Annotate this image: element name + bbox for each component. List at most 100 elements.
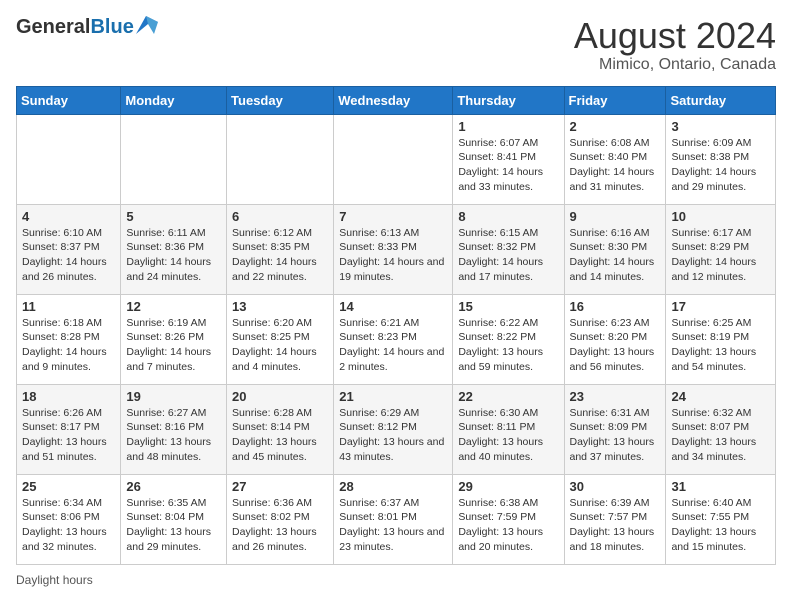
day-number: 18 [22, 389, 115, 404]
day-info: Sunrise: 6:19 AM Sunset: 8:26 PM Dayligh… [126, 316, 221, 375]
calendar-table: SundayMondayTuesdayWednesdayThursdayFrid… [16, 86, 776, 565]
day-number: 29 [458, 479, 558, 494]
day-info: Sunrise: 6:26 AM Sunset: 8:17 PM Dayligh… [22, 406, 115, 465]
footer: Daylight hours [16, 573, 776, 587]
calendar-cell: 11 Sunrise: 6:18 AM Sunset: 8:28 PM Dayli… [17, 294, 121, 384]
day-number: 5 [126, 209, 221, 224]
day-info: Sunrise: 6:20 AM Sunset: 8:25 PM Dayligh… [232, 316, 328, 375]
day-info: Sunrise: 6:37 AM Sunset: 8:01 PM Dayligh… [339, 496, 447, 555]
day-info: Sunrise: 6:15 AM Sunset: 8:32 PM Dayligh… [458, 226, 558, 285]
day-number: 28 [339, 479, 447, 494]
page-header: General Blue August 2024 Mimico, Ontario… [16, 16, 776, 74]
day-number: 23 [570, 389, 661, 404]
day-info: Sunrise: 6:30 AM Sunset: 8:11 PM Dayligh… [458, 406, 558, 465]
day-info: Sunrise: 6:10 AM Sunset: 8:37 PM Dayligh… [22, 226, 115, 285]
calendar-cell: 9Sunrise: 6:16 AM Sunset: 8:30 PM Daylig… [564, 204, 666, 294]
day-number: 6 [232, 209, 328, 224]
daylight-label: Daylight hours [16, 573, 93, 587]
day-number: 21 [339, 389, 447, 404]
calendar-cell: 5 Sunrise: 6:11 AM Sunset: 8:36 PM Daylig… [121, 204, 227, 294]
title-area: August 2024 Mimico, Ontario, Canada [574, 16, 776, 74]
header-wednesday: Wednesday [334, 86, 453, 114]
day-number: 13 [232, 299, 328, 314]
header-thursday: Thursday [453, 86, 564, 114]
header-monday: Monday [121, 86, 227, 114]
day-info: Sunrise: 6:22 AM Sunset: 8:22 PM Dayligh… [458, 316, 558, 375]
week-row-5: 25 Sunrise: 6:34 AM Sunset: 8:06 PM Dayli… [17, 474, 776, 564]
calendar-cell: 27 Sunrise: 6:36 AM Sunset: 8:02 PM Dayli… [227, 474, 334, 564]
calendar-cell [17, 114, 121, 204]
day-number: 19 [126, 389, 221, 404]
page-subtitle: Mimico, Ontario, Canada [574, 56, 776, 74]
day-info: Sunrise: 6:34 AM Sunset: 8:06 PM Dayligh… [22, 496, 115, 555]
week-row-1: 1 Sunrise: 6:07 AM Sunset: 8:41 PM Daylig… [17, 114, 776, 204]
calendar-cell: 4 Sunrise: 6:10 AM Sunset: 8:37 PM Daylig… [17, 204, 121, 294]
calendar-cell: 21 Sunrise: 6:29 AM Sunset: 8:12 PM Dayli… [334, 384, 453, 474]
day-number: 30 [570, 479, 661, 494]
day-info: Sunrise: 6:11 AM Sunset: 8:36 PM Dayligh… [126, 226, 221, 285]
calendar-cell: 16 Sunrise: 6:23 AM Sunset: 8:20 PM Dayli… [564, 294, 666, 384]
header-sunday: Sunday [17, 86, 121, 114]
calendar-cell: 13 Sunrise: 6:20 AM Sunset: 8:25 PM Dayli… [227, 294, 334, 384]
calendar-cell: 30 Sunrise: 6:39 AM Sunset: 7:57 PM Dayli… [564, 474, 666, 564]
day-number: 16 [570, 299, 661, 314]
day-info: Sunrise: 6:28 AM Sunset: 8:14 PM Dayligh… [232, 406, 328, 465]
calendar-cell: 1 Sunrise: 6:07 AM Sunset: 8:41 PM Daylig… [453, 114, 564, 204]
calendar-cell [121, 114, 227, 204]
calendar-cell: 6 Sunrise: 6:12 AM Sunset: 8:35 PM Daylig… [227, 204, 334, 294]
day-info: Sunrise: 6:27 AM Sunset: 8:16 PM Dayligh… [126, 406, 221, 465]
week-row-2: 4 Sunrise: 6:10 AM Sunset: 8:37 PM Daylig… [17, 204, 776, 294]
day-number: 1 [458, 119, 558, 134]
day-number: 2 [570, 119, 661, 134]
calendar-cell: 29 Sunrise: 6:38 AM Sunset: 7:59 PM Dayli… [453, 474, 564, 564]
calendar-cell: 18 Sunrise: 6:26 AM Sunset: 8:17 PM Dayli… [17, 384, 121, 474]
logo-blue-text: Blue [90, 16, 133, 39]
day-info: Sunrise: 6:23 AM Sunset: 8:20 PM Dayligh… [570, 316, 661, 375]
header-saturday: Saturday [666, 86, 776, 114]
day-info: Sunrise: 6:40 AM Sunset: 7:55 PM Dayligh… [671, 496, 770, 555]
week-row-3: 11 Sunrise: 6:18 AM Sunset: 8:28 PM Dayli… [17, 294, 776, 384]
day-info: Sunrise: 6:12 AM Sunset: 8:35 PM Dayligh… [232, 226, 328, 285]
page-title: August 2024 [574, 16, 776, 56]
day-number: 24 [671, 389, 770, 404]
day-info: Sunrise: 6:29 AM Sunset: 8:12 PM Dayligh… [339, 406, 447, 465]
logo: General Blue [16, 16, 158, 39]
calendar-cell: 19 Sunrise: 6:27 AM Sunset: 8:16 PM Dayli… [121, 384, 227, 474]
calendar-cell [227, 114, 334, 204]
day-info: Sunrise: 6:07 AM Sunset: 8:41 PM Dayligh… [458, 136, 558, 195]
day-number: 3 [671, 119, 770, 134]
calendar-cell: 24 Sunrise: 6:32 AM Sunset: 8:07 PM Dayli… [666, 384, 776, 474]
calendar-cell: 17 Sunrise: 6:25 AM Sunset: 8:19 PM Dayli… [666, 294, 776, 384]
day-number: 31 [671, 479, 770, 494]
calendar-cell: 25 Sunrise: 6:34 AM Sunset: 8:06 PM Dayli… [17, 474, 121, 564]
calendar-cell: 22Sunrise: 6:30 AM Sunset: 8:11 PM Dayli… [453, 384, 564, 474]
day-info: Sunrise: 6:18 AM Sunset: 8:28 PM Dayligh… [22, 316, 115, 375]
day-info: Sunrise: 6:35 AM Sunset: 8:04 PM Dayligh… [126, 496, 221, 555]
day-number: 14 [339, 299, 447, 314]
calendar-cell: 23Sunrise: 6:31 AM Sunset: 8:09 PM Dayli… [564, 384, 666, 474]
day-info: Sunrise: 6:32 AM Sunset: 8:07 PM Dayligh… [671, 406, 770, 465]
day-info: Sunrise: 6:09 AM Sunset: 8:38 PM Dayligh… [671, 136, 770, 195]
calendar-cell: 20Sunrise: 6:28 AM Sunset: 8:14 PM Dayli… [227, 384, 334, 474]
calendar-cell: 12Sunrise: 6:19 AM Sunset: 8:26 PM Dayli… [121, 294, 227, 384]
calendar-header-row: SundayMondayTuesdayWednesdayThursdayFrid… [17, 86, 776, 114]
day-info: Sunrise: 6:08 AM Sunset: 8:40 PM Dayligh… [570, 136, 661, 195]
day-number: 25 [22, 479, 115, 494]
header-friday: Friday [564, 86, 666, 114]
day-info: Sunrise: 6:16 AM Sunset: 8:30 PM Dayligh… [570, 226, 661, 285]
day-number: 27 [232, 479, 328, 494]
day-info: Sunrise: 6:39 AM Sunset: 7:57 PM Dayligh… [570, 496, 661, 555]
day-info: Sunrise: 6:38 AM Sunset: 7:59 PM Dayligh… [458, 496, 558, 555]
calendar-cell: 28 Sunrise: 6:37 AM Sunset: 8:01 PM Dayli… [334, 474, 453, 564]
calendar-cell: 31 Sunrise: 6:40 AM Sunset: 7:55 PM Dayli… [666, 474, 776, 564]
day-number: 15 [458, 299, 558, 314]
day-number: 4 [22, 209, 115, 224]
day-number: 7 [339, 209, 447, 224]
day-info: Sunrise: 6:36 AM Sunset: 8:02 PM Dayligh… [232, 496, 328, 555]
day-number: 11 [22, 299, 115, 314]
header-tuesday: Tuesday [227, 86, 334, 114]
calendar-cell: 3 Sunrise: 6:09 AM Sunset: 8:38 PM Daylig… [666, 114, 776, 204]
day-number: 17 [671, 299, 770, 314]
day-info: Sunrise: 6:25 AM Sunset: 8:19 PM Dayligh… [671, 316, 770, 375]
calendar-cell: 7Sunrise: 6:13 AM Sunset: 8:33 PM Daylig… [334, 204, 453, 294]
